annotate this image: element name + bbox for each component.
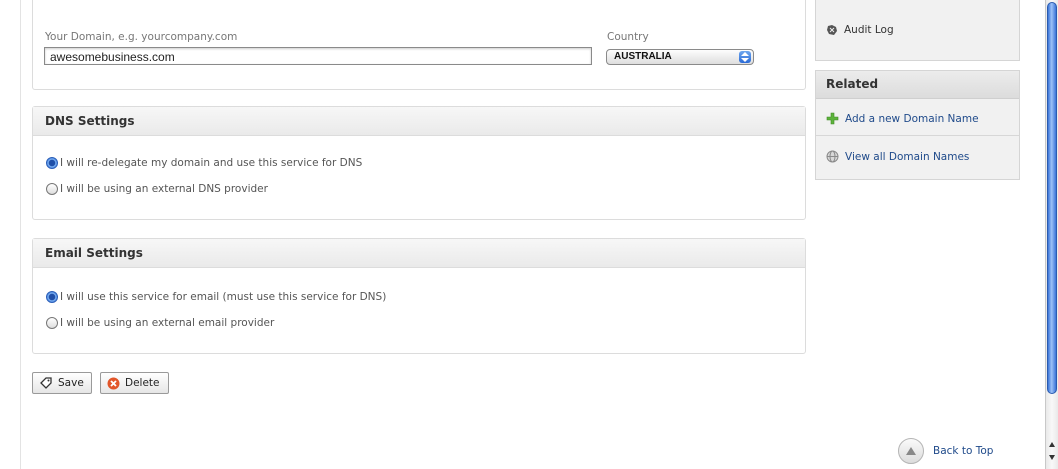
tag-icon [39, 376, 53, 390]
add-domain-label: Add a new Domain Name [845, 112, 979, 125]
globe-icon [826, 150, 839, 163]
sidebar-actions-panel: Audit Log [815, 0, 1020, 61]
back-to-top-label: Back to Top [933, 445, 994, 457]
email-option-label: I will be using an external email provid… [60, 317, 275, 329]
dns-option-label: I will be using an external DNS provider [60, 183, 268, 195]
country-field-label: Country [607, 31, 649, 43]
domain-input[interactable]: awesomebusiness.com [44, 47, 592, 65]
email-settings-title: Email Settings [33, 239, 805, 268]
delete-button[interactable]: Delete [100, 372, 169, 394]
view-all-domains-link[interactable]: View all Domain Names [826, 150, 969, 163]
related-panel: Related Add a new Domain Name View all D… [815, 70, 1020, 180]
related-divider [816, 135, 1019, 136]
country-select[interactable]: AUSTRALIA [606, 49, 754, 65]
scroll-up-arrow-icon[interactable] [1049, 442, 1055, 447]
add-domain-link[interactable]: Add a new Domain Name [826, 112, 979, 125]
email-option-use-service[interactable]: I will use this service for email (must … [46, 291, 386, 303]
related-title: Related [816, 71, 1019, 99]
radio-unselected-icon[interactable] [46, 183, 58, 195]
delete-icon [107, 377, 120, 390]
select-arrows-icon [739, 51, 751, 63]
vertical-scrollbar[interactable] [1045, 0, 1058, 469]
country-select-value: AUSTRALIA [614, 51, 672, 62]
dns-settings-title: DNS Settings [33, 107, 805, 136]
plus-icon [826, 112, 839, 125]
email-settings-panel: Email Settings I will use this service f… [32, 238, 806, 354]
audit-log-label: Audit Log [844, 24, 894, 36]
delete-label: Delete [125, 377, 160, 389]
dns-option-redelegate[interactable]: I will re-delegate my domain and use thi… [46, 157, 362, 169]
dns-option-label: I will re-delegate my domain and use thi… [60, 157, 363, 169]
scrollbar-thumb[interactable] [1047, 2, 1057, 394]
radio-unselected-icon[interactable] [46, 317, 58, 329]
view-all-domains-label: View all Domain Names [845, 150, 970, 163]
audit-log-link[interactable]: Audit Log [826, 24, 894, 36]
dns-option-external[interactable]: I will be using an external DNS provider [46, 183, 268, 195]
save-button[interactable]: Save [32, 372, 92, 394]
up-arrow-icon [898, 438, 924, 464]
email-option-label: I will use this service for email (must … [60, 291, 387, 303]
audit-log-icon [826, 24, 838, 36]
domain-panel: Your Domain, e.g. yourcompany.com awesom… [32, 0, 806, 90]
scroll-down-arrow-icon[interactable] [1049, 455, 1055, 460]
dns-settings-panel: DNS Settings I will re-delegate my domai… [32, 106, 806, 220]
radio-selected-icon[interactable] [46, 291, 58, 303]
save-label: Save [58, 377, 84, 389]
radio-selected-icon[interactable] [46, 157, 58, 169]
domain-field-label: Your Domain, e.g. yourcompany.com [45, 31, 238, 43]
email-option-external[interactable]: I will be using an external email provid… [46, 317, 274, 329]
back-to-top-link[interactable]: Back to Top [898, 438, 993, 464]
